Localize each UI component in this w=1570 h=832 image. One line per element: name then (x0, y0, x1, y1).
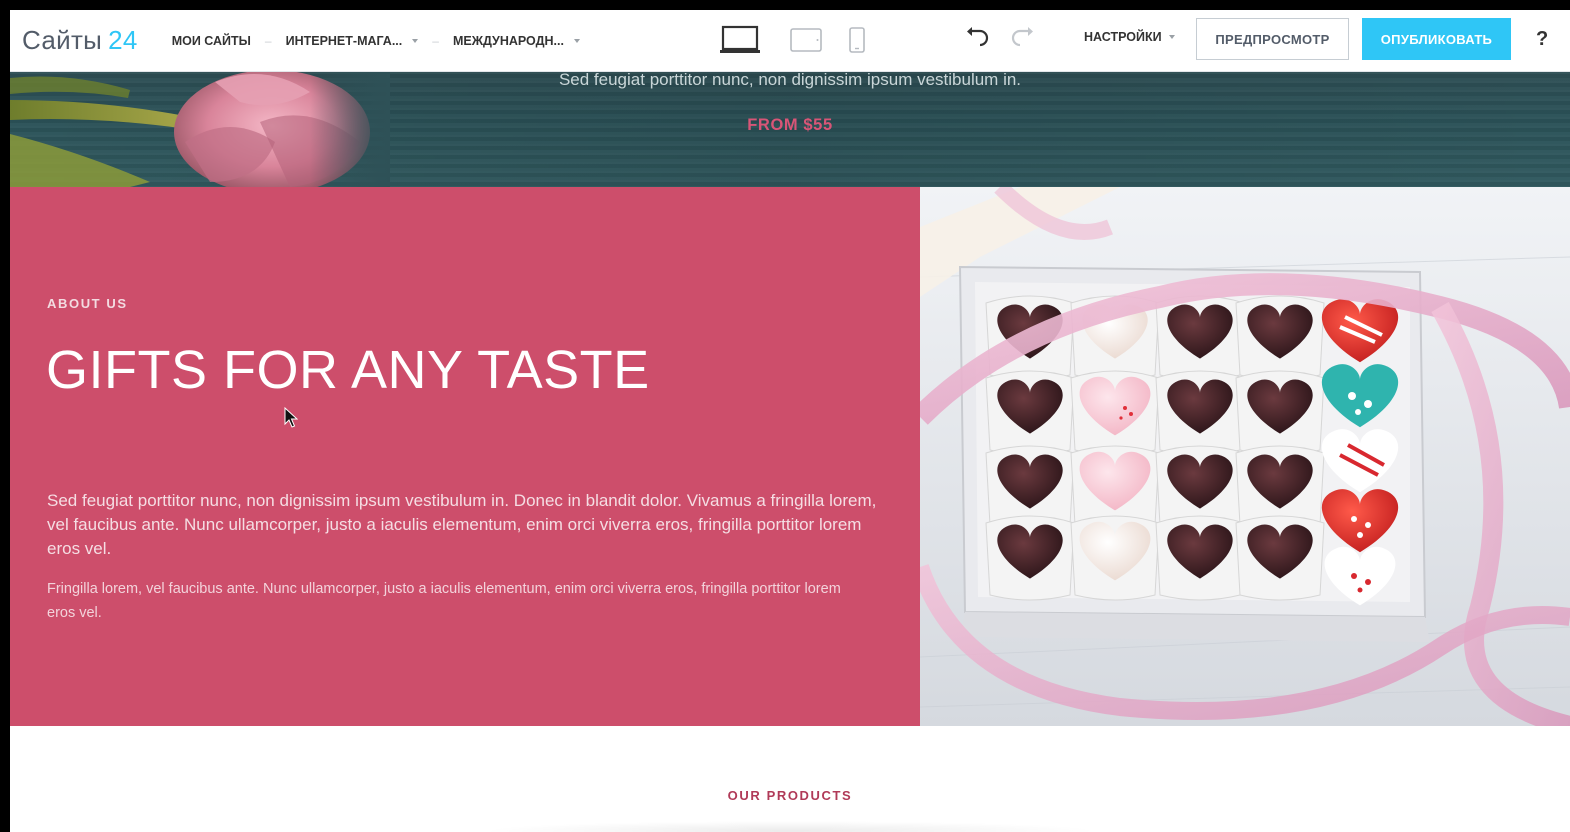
about-title: GIFTS FOR ANY TASTE (46, 340, 650, 400)
phone-icon (849, 27, 865, 53)
nav-page-select[interactable]: МЕЖДУНАРОДН... (453, 34, 580, 48)
candy-box-illustration (920, 187, 1570, 726)
preview-button[interactable]: ПРЕДПРОСМОТР (1196, 18, 1349, 60)
history-controls (965, 26, 1035, 48)
logo[interactable]: Сайты 24 (22, 25, 138, 56)
undo-icon[interactable] (965, 26, 991, 48)
screen-frame-top (0, 0, 1570, 10)
mobile-view-button[interactable] (842, 27, 872, 53)
nav-page-label: МЕЖДУНАРОДН... (452, 33, 564, 48)
logo-number: 24 (108, 25, 138, 55)
nav-separator: – (264, 33, 272, 48)
desktop-view-button[interactable] (718, 25, 762, 55)
nav-my-sites[interactable]: МОИ САЙТЫ (172, 34, 251, 48)
products-label: OUR PRODUCTS (727, 788, 853, 803)
editor-toolbar: Сайты 24 МОИ САЙТЫ – ИНТЕРНЕТ-МАГА... – М… (10, 10, 1570, 72)
nav-site-label: ИНТЕРНЕТ-МАГА... (285, 33, 403, 48)
hero-block: Sed feugiat porttitor nunc, non dignissi… (10, 72, 1570, 187)
about-label: ABOUT US (47, 296, 128, 311)
logo-text: Сайты (22, 25, 103, 55)
products-block: OUR PRODUCTS (10, 726, 1570, 832)
hero-price: FROM $55 (747, 116, 833, 134)
tablet-icon (790, 28, 822, 52)
chevron-down-icon (573, 38, 580, 43)
settings-label: НАСТРОЙКИ (1084, 30, 1162, 44)
gift-box-image (920, 187, 1570, 726)
products-card-shadow (480, 821, 1100, 832)
publish-button[interactable]: ОПУБЛИКОВАТЬ (1362, 18, 1511, 60)
screen-frame-left (0, 0, 10, 832)
nav-separator: – (432, 33, 439, 48)
chevron-down-icon (412, 38, 419, 43)
mouse-cursor-icon (284, 407, 298, 428)
help-button[interactable]: ? (1536, 28, 1548, 51)
about-paragraph: Sed feugiat porttitor nunc, non dignissi… (47, 491, 877, 558)
redo-icon[interactable] (1009, 26, 1035, 48)
hero-subtitle: Sed feugiat porttitor nunc, non dignissi… (558, 72, 1022, 89)
tablet-view-button[interactable] (784, 28, 828, 52)
laptop-icon (720, 25, 760, 53)
settings-menu[interactable]: НАСТРОЙКИ (1084, 30, 1175, 44)
device-switcher (718, 22, 872, 58)
chevron-down-icon (1168, 35, 1175, 39)
nav-site-select[interactable]: ИНТЕРНЕТ-МАГА... (286, 34, 419, 48)
about-paragraph-secondary: Fringilla lorem, vel faucibus ante. Nunc… (47, 581, 841, 621)
about-block: ABOUT US GIFTS FOR ANY TASTE Sed feugiat… (10, 187, 920, 726)
